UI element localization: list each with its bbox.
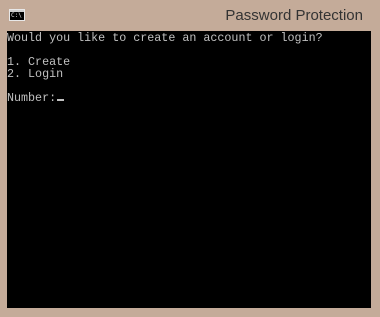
- cmd-icon[interactable]: C:\: [9, 9, 25, 21]
- console-output[interactable]: Would you like to create an account or l…: [7, 31, 371, 308]
- number-input-label: Number:: [7, 91, 57, 105]
- window-title: Password Protection: [225, 7, 363, 24]
- cmd-icon-glyph: C:\: [11, 12, 22, 19]
- number-input-line[interactable]: Number:: [7, 91, 65, 105]
- text-cursor: [57, 99, 65, 101]
- option-login: 2. Login: [7, 67, 64, 81]
- title-bar[interactable]: C:\ Password Protection: [0, 0, 380, 31]
- prompt-question: Would you like to create an account or l…: [7, 31, 323, 45]
- console-window: C:\ Password Protection Would you like t…: [0, 0, 380, 317]
